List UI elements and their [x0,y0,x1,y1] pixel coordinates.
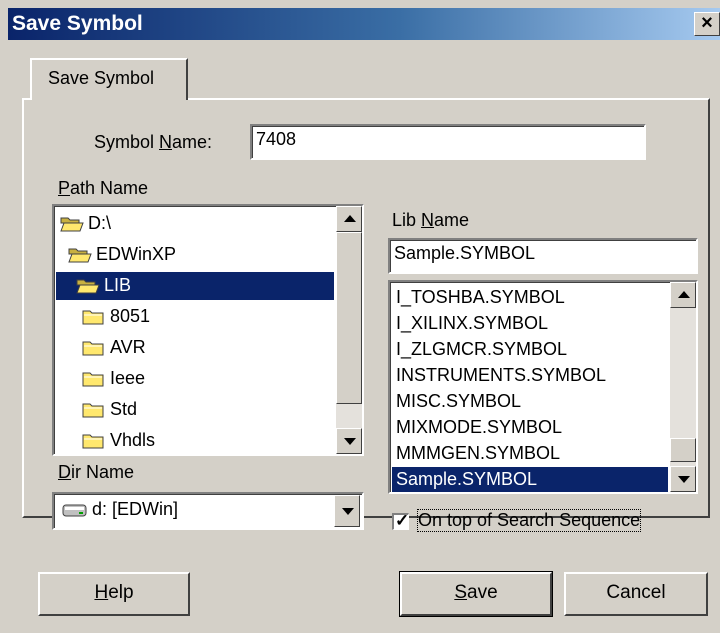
chevron-down-icon [342,508,354,515]
lib-name-label: Lib Name [392,210,469,231]
path-tree-item-label: 8051 [110,306,151,326]
path-tree-item-label: EDWinXP [96,244,177,264]
lib-list-item[interactable]: I_ZLGMCR.SYMBOL [392,337,668,363]
save-button[interactable]: Save [399,571,553,617]
lib-list[interactable]: I_TOSHBA.SYMBOL I_XILINX.SYMBOL I_ZLGMCR.S… [388,280,698,494]
lib-list-item-label: MISC.SYMBOL [396,391,522,411]
scroll-down-button[interactable] [336,428,362,454]
arrow-up-icon [678,291,690,298]
path-tree-item[interactable]: LIB [56,272,334,300]
dir-name-label-accel: D [58,462,71,482]
on-top-checkbox[interactable]: ✓ [392,511,410,530]
lib-list-item-label: I_TOSHBA.SYMBOL [396,287,565,307]
path-tree-item-label: D:\ [88,213,112,233]
lib-list-item-label: I_ZLGMCR.SYMBOL [396,339,568,359]
tab-label: Save Symbol [48,68,155,88]
path-tree[interactable]: D:\ EDWinXP LIB 8051 AVR Ieee Std Vhdls [52,204,364,456]
symbol-name-label-text: Symbol [94,132,160,152]
path-scrollbar[interactable] [336,206,362,454]
arrow-up-icon [344,215,356,222]
tab-save-symbol[interactable]: Save Symbol [30,58,188,100]
dir-name-value: d: [EDWin] [92,499,179,519]
drive-icon [62,504,87,517]
on-top-label[interactable]: On top of Search Sequence [416,509,642,532]
lib-list-item-label: MMMGEN.SYMBOL [396,443,561,463]
path-tree-item-label: Vhdls [110,430,156,450]
path-tree-item-label: Std [110,399,138,419]
symbol-name-value: 7408 [256,129,297,149]
folder-icon [82,310,104,325]
symbol-name-label: Symbol Name: [94,132,212,153]
path-tree-item[interactable]: Vhdls [56,427,334,454]
symbol-name-input[interactable]: 7408 [250,124,646,160]
open-folder-icon [68,248,92,263]
dir-name-label-rest: ir Name [71,462,135,482]
path-tree-item[interactable]: AVR [56,334,334,362]
symbol-name-label-accel: N [159,132,173,152]
lib-scroll-up-button[interactable] [670,282,696,308]
lib-name-label-rest: ame [434,210,470,230]
open-folder-icon [60,217,84,232]
lib-name-value: Sample.SYMBOL [394,243,536,263]
scroll-thumb[interactable] [336,232,362,404]
lib-scrollbar[interactable] [670,282,696,492]
close-button[interactable]: × [694,12,720,36]
close-icon: × [701,12,713,34]
lib-list-item-label: I_XILINX.SYMBOL [396,313,549,333]
cancel-button[interactable]: Cancel [564,572,708,616]
arrow-down-icon [344,438,356,445]
window-title: Save Symbol [12,12,143,35]
path-tree-item[interactable]: Ieee [56,365,334,393]
help-label: elp [108,582,134,603]
path-tree-item-label: LIB [104,275,132,295]
dir-name-dropdown[interactable]: d: [EDWin] [52,492,364,530]
dir-name-label: Dir Name [58,462,134,483]
arrow-down-icon [678,476,690,483]
folder-icon [82,434,104,449]
lib-list-item[interactable]: MISC.SYMBOL [392,389,668,415]
symbol-name-label-rest: ame: [172,132,213,152]
lib-name-label-accel: N [421,210,435,230]
lib-name-input[interactable]: Sample.SYMBOL [388,238,698,274]
dir-dropdown-button[interactable] [334,495,360,527]
lib-list-item[interactable]: Sample.SYMBOL [392,467,668,492]
folder-icon [82,341,104,356]
path-tree-item-label: Ieee [110,368,146,388]
title-bar[interactable]: Save Symbol × [8,8,720,40]
lib-list-item-label: MIXMODE.SYMBOL [396,417,563,437]
lib-list-item[interactable]: I_XILINX.SYMBOL [392,311,668,337]
path-name-label-accel: P [58,178,71,198]
lib-scroll-down-button[interactable] [670,466,696,492]
help-button[interactable]: Help [38,572,190,616]
path-tree-item[interactable]: 8051 [56,303,334,331]
path-tree-item[interactable]: EDWinXP [56,241,334,269]
lib-list-item[interactable]: I_TOSHBA.SYMBOL [392,285,668,311]
lib-list-item[interactable]: MMMGEN.SYMBOL [392,441,668,467]
folder-icon [82,403,104,418]
lib-list-item[interactable]: MIXMODE.SYMBOL [392,415,668,441]
checkmark-icon: ✓ [395,511,410,530]
lib-list-item-label: INSTRUMENTS.SYMBOL [396,365,607,385]
path-name-label: Path Name [58,178,148,199]
lib-scroll-thumb[interactable] [670,438,696,462]
save-accel: S [454,582,468,603]
path-tree-item[interactable]: D:\ [56,210,334,238]
folder-icon [82,372,104,387]
open-folder-icon [76,279,100,294]
path-tree-item[interactable]: Std [56,396,334,424]
path-tree-item-label: AVR [110,337,146,357]
cancel-label: Cancel [606,582,666,603]
lib-name-label-text: Lib [392,210,422,230]
save-symbol-dialog: Save Symbol × Save Symbol Symbol Name: 7… [0,0,720,633]
scroll-up-button[interactable] [336,206,362,232]
path-name-label-rest: ath Name [70,178,149,198]
help-accel: H [94,582,109,603]
save-label: ave [467,582,498,603]
lib-list-item[interactable]: INSTRUMENTS.SYMBOL [392,363,668,389]
lib-list-item-label: Sample.SYMBOL [396,469,538,489]
